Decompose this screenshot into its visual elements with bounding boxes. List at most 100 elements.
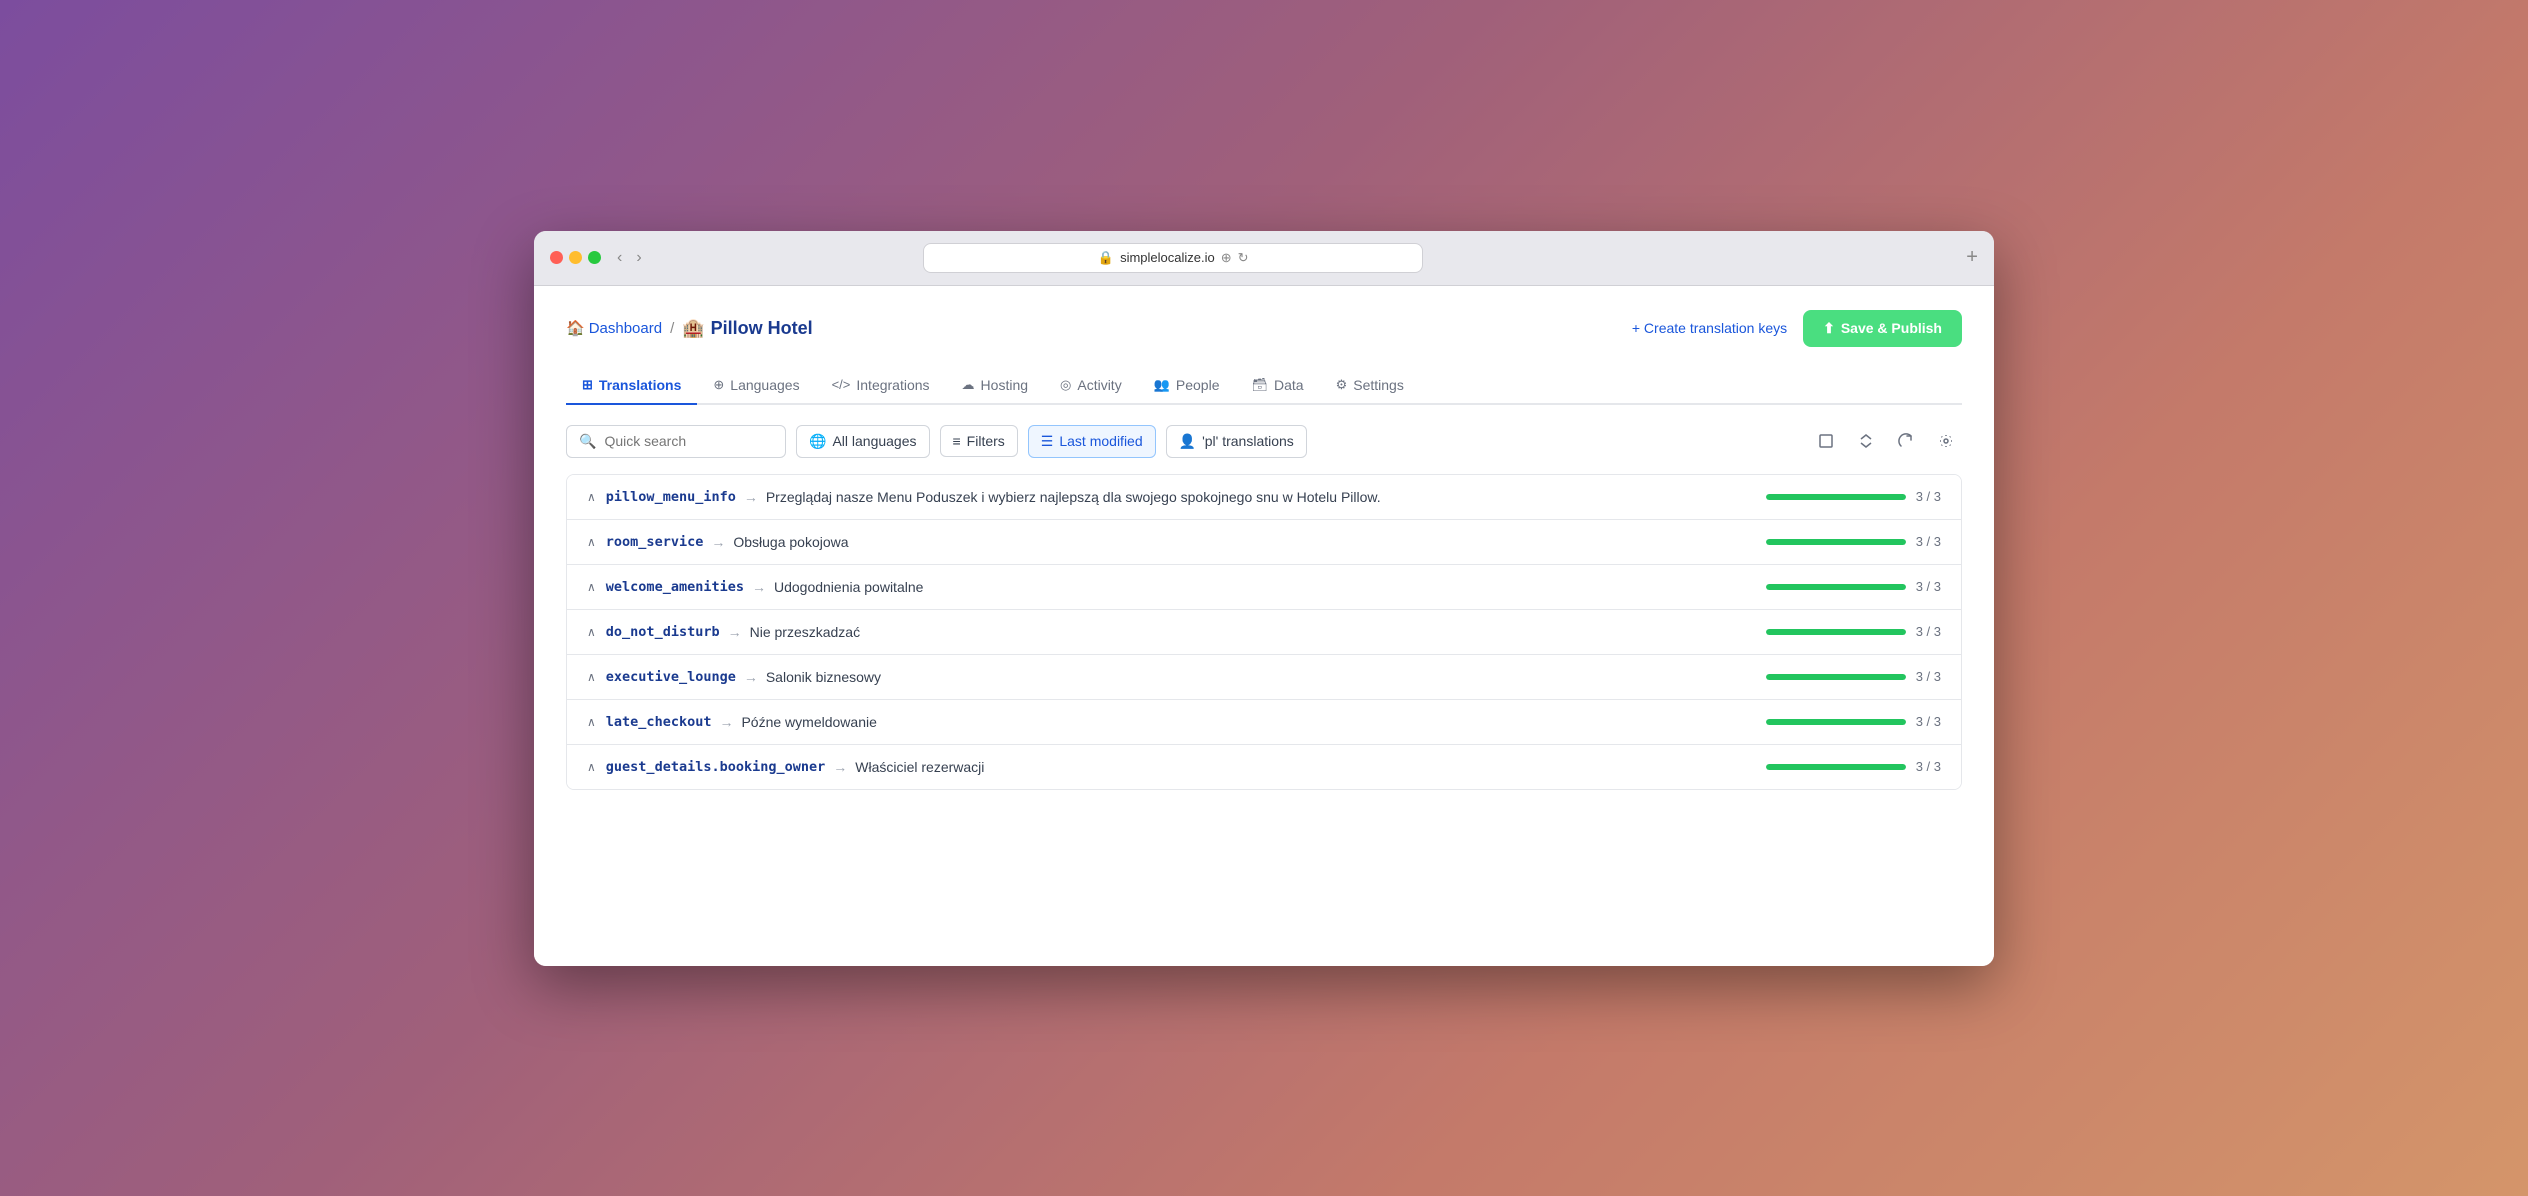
save-publish-label: Save & Publish xyxy=(1841,320,1942,336)
create-translation-keys-button[interactable]: + Create translation keys xyxy=(1632,320,1787,336)
progress-count: 3 / 3 xyxy=(1916,624,1941,639)
pl-translations-label: 'pl' translations xyxy=(1202,433,1294,449)
chevron-icon[interactable]: ∧ xyxy=(587,715,596,729)
chevron-icon[interactable]: ∧ xyxy=(587,580,596,594)
progress-count: 3 / 3 xyxy=(1916,489,1941,504)
progress-bar-container xyxy=(1766,539,1906,545)
people-tab-label: People xyxy=(1176,377,1220,393)
translation-key[interactable]: do_not_disturb xyxy=(606,624,720,640)
integrations-tab-label: Integrations xyxy=(856,377,929,393)
tab-translations[interactable]: ⊞ Translations xyxy=(566,367,697,405)
progress-count: 3 / 3 xyxy=(1916,714,1941,729)
chevron-icon[interactable]: ∧ xyxy=(587,670,596,684)
translation-value: Salonik biznesowy xyxy=(766,669,881,685)
translations-tab-icon: ⊞ xyxy=(582,377,593,393)
progress-bar xyxy=(1766,494,1906,500)
new-tab-button[interactable]: + xyxy=(1966,246,1978,269)
translations-tab-label: Translations xyxy=(599,377,681,393)
progress-bar-container xyxy=(1766,764,1906,770)
save-publish-button[interactable]: ⬆ Save & Publish xyxy=(1803,310,1962,347)
languages-tab-label: Languages xyxy=(730,377,799,393)
tab-activity[interactable]: ◎ Activity xyxy=(1044,367,1138,405)
filters-button[interactable]: ≡ Filters xyxy=(940,425,1018,457)
tab-integrations[interactable]: </> Integrations xyxy=(816,367,946,405)
reload-icon[interactable]: ↻ xyxy=(1238,250,1249,266)
people-tab-icon: 👥 xyxy=(1154,377,1170,393)
progress-count: 3 / 3 xyxy=(1916,669,1941,684)
filter-icon: ≡ xyxy=(953,433,961,449)
dashboard-link[interactable]: 🏠 Dashboard xyxy=(566,319,662,337)
traffic-lights xyxy=(550,251,601,264)
tab-languages[interactable]: ⊕ Languages xyxy=(697,367,815,405)
translation-value: Udogodnienia powitalne xyxy=(774,579,923,595)
filters-label: Filters xyxy=(967,433,1005,449)
progress-section: 3 / 3 xyxy=(1766,669,1941,684)
last-modified-button[interactable]: ☰ Last modified xyxy=(1028,425,1156,458)
chevron-icon[interactable]: ∧ xyxy=(587,760,596,774)
progress-section: 3 / 3 xyxy=(1766,489,1941,504)
tab-hosting[interactable]: ☁ Hosting xyxy=(946,367,1044,405)
search-box[interactable]: 🔍 xyxy=(566,425,786,458)
progress-section: 3 / 3 xyxy=(1766,534,1941,549)
refresh-button[interactable] xyxy=(1890,425,1922,457)
breadcrumb: 🏠 Dashboard / 🏨 Pillow Hotel + Create tr… xyxy=(566,310,1962,347)
chevron-icon[interactable]: ∧ xyxy=(587,490,596,504)
progress-bar xyxy=(1766,764,1906,770)
data-tab-icon: 🗃 xyxy=(1251,377,1268,393)
search-input[interactable] xyxy=(604,433,764,449)
translation-key[interactable]: guest_details.booking_owner xyxy=(606,759,825,775)
expand-icon-button[interactable] xyxy=(1810,425,1842,457)
translation-value: Nie przeszkadzać xyxy=(750,624,861,640)
forward-button[interactable]: › xyxy=(632,247,645,269)
settings-tab-label: Settings xyxy=(1353,377,1404,393)
data-tab-label: Data xyxy=(1274,377,1304,393)
back-button[interactable]: ‹ xyxy=(613,247,626,269)
translation-key[interactable]: welcome_amenities xyxy=(606,579,744,595)
all-languages-button[interactable]: 🌐 All languages xyxy=(796,425,930,458)
nav-buttons: ‹ › xyxy=(613,247,646,269)
settings-button[interactable] xyxy=(1930,425,1962,457)
table-row: ∧ welcome_amenities → Udogodnienia powit… xyxy=(567,565,1961,610)
collapse-all-button[interactable] xyxy=(1850,425,1882,457)
translation-key[interactable]: room_service xyxy=(606,534,704,550)
close-button[interactable] xyxy=(550,251,563,264)
progress-section: 3 / 3 xyxy=(1766,579,1941,594)
progress-section: 3 / 3 xyxy=(1766,714,1941,729)
all-languages-label: All languages xyxy=(832,433,916,449)
address-bar-icons: ⊕ ↻ xyxy=(1221,250,1249,266)
translation-value: Późne wymeldowanie xyxy=(741,714,876,730)
table-row: ∧ room_service → Obsługa pokojowa 3 / 3 xyxy=(567,520,1961,565)
table-row: ∧ executive_lounge → Salonik biznesowy 3… xyxy=(567,655,1961,700)
progress-count: 3 / 3 xyxy=(1916,534,1941,549)
lock-icon: 🔒 xyxy=(1098,250,1114,266)
pl-translations-button[interactable]: 👤 'pl' translations xyxy=(1166,425,1307,458)
translate-icon: ⊕ xyxy=(1221,250,1232,266)
progress-bar-container xyxy=(1766,584,1906,590)
progress-bar-container xyxy=(1766,719,1906,725)
progress-bar xyxy=(1766,584,1906,590)
hosting-tab-label: Hosting xyxy=(981,377,1028,393)
tab-people[interactable]: 👥 People xyxy=(1138,367,1236,405)
activity-tab-icon: ◎ xyxy=(1060,377,1071,393)
activity-tab-label: Activity xyxy=(1077,377,1121,393)
browser-chrome: ‹ › 🔒 simplelocalize.io ⊕ ↻ + xyxy=(534,231,1994,286)
tab-data[interactable]: 🗃 Data xyxy=(1235,367,1319,405)
chevron-icon[interactable]: ∧ xyxy=(587,625,596,639)
sort-icon: ☰ xyxy=(1041,433,1054,450)
translation-key[interactable]: late_checkout xyxy=(606,714,712,730)
address-bar[interactable]: 🔒 simplelocalize.io ⊕ ↻ xyxy=(923,243,1423,273)
progress-bar-container xyxy=(1766,674,1906,680)
table-row: ∧ pillow_menu_info → Przeglądaj nasze Me… xyxy=(567,475,1961,520)
minimize-button[interactable] xyxy=(569,251,582,264)
dashboard-label: Dashboard xyxy=(589,320,662,337)
progress-count: 3 / 3 xyxy=(1916,759,1941,774)
progress-section: 3 / 3 xyxy=(1766,624,1941,639)
tab-settings[interactable]: ⚙ Settings xyxy=(1320,367,1420,405)
maximize-button[interactable] xyxy=(588,251,601,264)
translation-key[interactable]: pillow_menu_info xyxy=(606,489,736,505)
translation-key[interactable]: executive_lounge xyxy=(606,669,736,685)
chevron-icon[interactable]: ∧ xyxy=(587,535,596,549)
progress-section: 3 / 3 xyxy=(1766,759,1941,774)
browser-window: ‹ › 🔒 simplelocalize.io ⊕ ↻ + 🏠 Dashboar… xyxy=(534,231,1994,966)
translations-list: ∧ pillow_menu_info → Przeglądaj nasze Me… xyxy=(566,474,1962,790)
